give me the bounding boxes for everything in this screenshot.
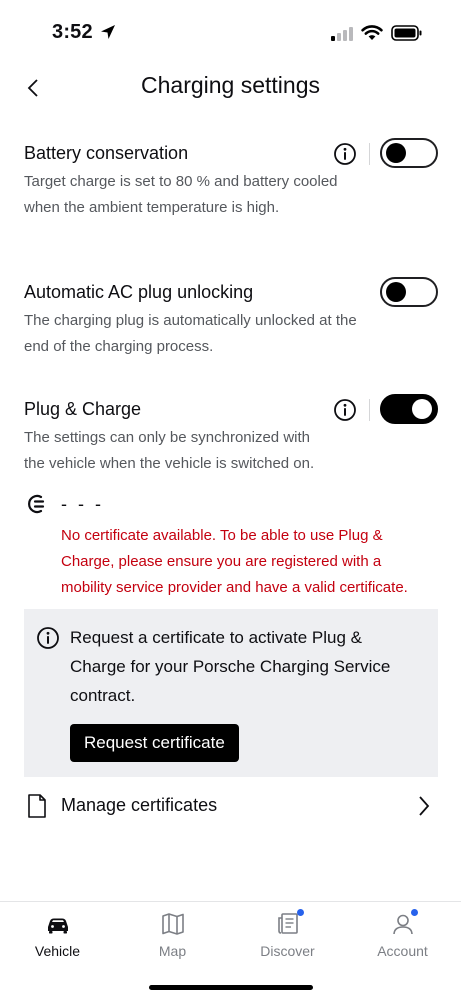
tab-vehicle[interactable]: Vehicle (0, 902, 115, 972)
toggle-knob (386, 143, 406, 163)
map-icon (162, 913, 184, 935)
info-icon (37, 627, 59, 649)
certificate-error-message: No certificate available. To be able to … (61, 527, 408, 596)
page-title: Charging settings (141, 72, 320, 98)
wifi-icon (361, 25, 383, 40)
discover-badge-dot (297, 909, 304, 916)
car-icon (48, 918, 68, 934)
status-time: 3:52 (52, 21, 93, 43)
plug-and-charge-description: The settings can only be synchronized wi… (24, 429, 315, 472)
battery-conservation-title: Battery conservation (24, 143, 189, 163)
document-icon (28, 794, 46, 818)
tab-account-label: Account (377, 943, 428, 959)
battery-conservation-info-icon[interactable] (333, 142, 357, 166)
battery-icon (391, 25, 422, 41)
tab-map-label: Map (158, 943, 187, 959)
certificate-value: - - - (61, 494, 104, 514)
charging-plug-icon (28, 494, 45, 514)
tab-discover-label: Discover (260, 943, 315, 959)
tab-vehicle-label: Vehicle (34, 943, 81, 959)
location-arrow-icon (101, 25, 115, 39)
toggle-knob (412, 399, 432, 419)
tab-account[interactable]: Account (345, 902, 460, 972)
plug-and-charge-info-icon[interactable] (333, 398, 357, 422)
battery-conservation-description: Target charge is set to 80 % and battery… (24, 173, 338, 216)
tab-map[interactable]: Map (115, 902, 230, 972)
ac-plug-unlocking-description: The charging plug is automatically unloc… (24, 312, 357, 355)
plug-and-charge-title: Plug & Charge (24, 399, 142, 419)
toggle-knob (386, 282, 406, 302)
battery-conservation-divider (369, 143, 370, 165)
manage-certificates-label: Manage certificates (61, 795, 218, 815)
home-indicator (149, 985, 313, 990)
battery-conservation-toggle[interactable] (380, 138, 438, 168)
request-certificate-info-box: Request a certificate to activate Plug &… (24, 609, 438, 777)
ac-plug-unlocking-toggle[interactable] (380, 277, 438, 307)
chevron-right-icon (419, 796, 430, 816)
account-badge-dot (411, 909, 418, 916)
request-certificate-button[interactable]: Request certificate (70, 724, 239, 762)
status-bar: 3:52 (0, 0, 461, 66)
info-box-text: Request a certificate to activate Plug &… (70, 628, 391, 705)
ac-plug-unlocking-title: Automatic AC plug unlocking (24, 282, 254, 302)
plug-and-charge-toggle[interactable] (380, 394, 438, 424)
tab-discover[interactable]: Discover (230, 902, 345, 972)
manage-certificates-row[interactable]: Manage certificates (0, 784, 461, 828)
cellular-signal-icon (331, 27, 353, 41)
plug-and-charge-divider (369, 399, 370, 421)
